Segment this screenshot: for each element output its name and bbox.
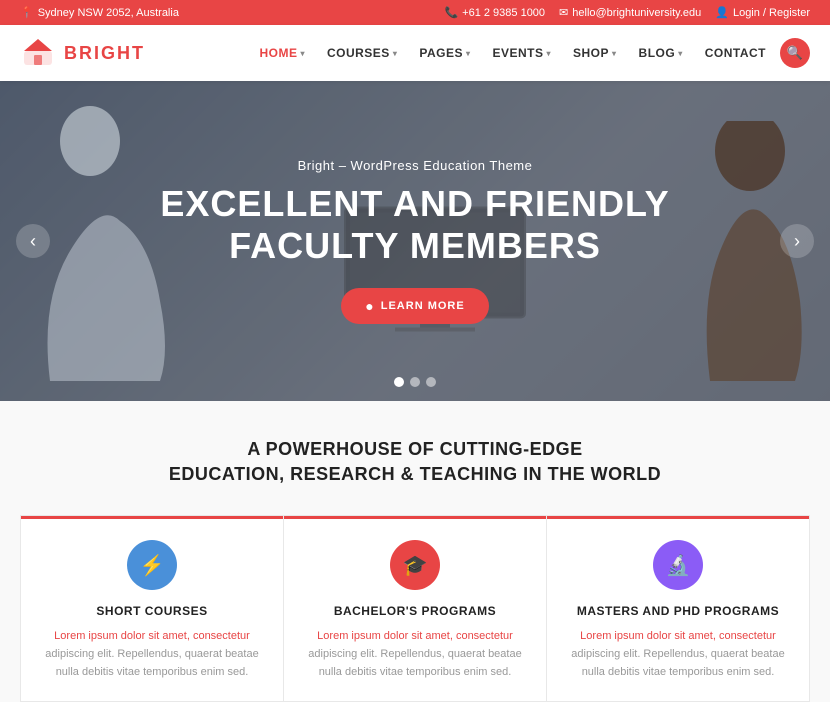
hero-dots <box>394 377 436 387</box>
nav-blog[interactable]: BLOG ▾ <box>631 40 691 66</box>
masters-icon: 🔬 <box>653 540 703 590</box>
email-icon: ✉ <box>559 6 568 19</box>
logo[interactable]: BRIGHT <box>20 35 145 71</box>
logo-icon <box>20 35 56 71</box>
short-courses-text-red: Lorem ipsum dolor sit amet, consectetur <box>41 628 263 646</box>
navbar: BRIGHT HOME ▾ COURSES ▾ PAGES ▾ EVENTS ▾… <box>0 25 830 81</box>
feature-card-masters: 🔬 MASTERS AND PHD PROGRAMS Lorem ipsum d… <box>546 515 810 702</box>
shop-arrow-icon: ▾ <box>612 49 617 58</box>
nav-links: HOME ▾ COURSES ▾ PAGES ▾ EVENTS ▾ SHOP ▾… <box>251 38 810 68</box>
login-register[interactable]: 👤 Login / Register <box>715 6 810 19</box>
short-courses-text-gray: adipiscing elit. Repellendus, quaerat be… <box>41 646 263 681</box>
feature-card-short-courses: ⚡ SHORT COURSES Lorem ipsum dolor sit am… <box>20 515 283 702</box>
hero-dot-2[interactable] <box>410 377 420 387</box>
events-arrow-icon: ▾ <box>546 49 551 58</box>
nav-courses[interactable]: COURSES ▾ <box>319 40 405 66</box>
nav-shop[interactable]: SHOP ▾ <box>565 40 625 66</box>
nav-pages[interactable]: PAGES ▾ <box>411 40 478 66</box>
nav-contact[interactable]: CONTACT <box>697 40 774 66</box>
hero-prev-button[interactable]: ‹ <box>16 224 50 258</box>
hero-section: Bright – WordPress Education Theme EXCEL… <box>0 81 830 401</box>
top-bar-right: 📞 +61 2 9385 1000 ✉ hello@brightuniversi… <box>444 6 810 19</box>
location-icon: 📍 <box>20 6 34 19</box>
hero-subtitle: Bright – WordPress Education Theme <box>160 158 669 173</box>
home-arrow-icon: ▾ <box>300 49 305 58</box>
feature-card-bachelors: 🎓 BACHELOR'S PROGRAMS Lorem ipsum dolor … <box>283 515 546 702</box>
hero-dot-1[interactable] <box>394 377 404 387</box>
nav-events[interactable]: EVENTS ▾ <box>484 40 559 66</box>
masters-text-gray: adipiscing elit. Repellendus, quaerat be… <box>567 646 789 681</box>
blog-arrow-icon: ▾ <box>678 49 683 58</box>
masters-text-red: Lorem ipsum dolor sit amet, consectetur <box>567 628 789 646</box>
hero-content: Bright – WordPress Education Theme EXCEL… <box>160 158 669 324</box>
courses-arrow-icon: ▾ <box>393 49 398 58</box>
bachelors-text-red: Lorem ipsum dolor sit amet, consectetur <box>304 628 526 646</box>
short-courses-icon: ⚡ <box>127 540 177 590</box>
short-courses-title: SHORT COURSES <box>41 604 263 618</box>
top-bar-left: 📍 Sydney NSW 2052, Australia <box>20 6 179 19</box>
top-bar: 📍 Sydney NSW 2052, Australia 📞 +61 2 938… <box>0 0 830 25</box>
location: 📍 Sydney NSW 2052, Australia <box>20 6 179 19</box>
pages-arrow-icon: ▾ <box>466 49 471 58</box>
play-icon: ● <box>365 298 374 314</box>
search-icon: 🔍 <box>787 45 803 61</box>
masters-title: MASTERS AND PHD PROGRAMS <box>567 604 789 618</box>
phone-icon: 📞 <box>444 6 458 19</box>
bachelors-icon: 🎓 <box>390 540 440 590</box>
hero-next-button[interactable]: › <box>780 224 814 258</box>
features-cards: ⚡ SHORT COURSES Lorem ipsum dolor sit am… <box>20 515 810 702</box>
hero-dot-3[interactable] <box>426 377 436 387</box>
hero-title: EXCELLENT AND FRIENDLY FACULTY MEMBERS <box>160 183 669 266</box>
bachelors-title: BACHELOR'S PROGRAMS <box>304 604 526 618</box>
learn-more-button[interactable]: ● LEARN MORE <box>341 288 488 324</box>
email: ✉ hello@brightuniversity.edu <box>559 6 701 19</box>
features-heading: A POWERHOUSE OF CUTTING-EDGE EDUCATION, … <box>20 437 810 487</box>
nav-home[interactable]: HOME ▾ <box>251 40 313 66</box>
phone: 📞 +61 2 9385 1000 <box>444 6 545 19</box>
search-button[interactable]: 🔍 <box>780 38 810 68</box>
features-section: A POWERHOUSE OF CUTTING-EDGE EDUCATION, … <box>0 401 830 702</box>
bachelors-text-gray: adipiscing elit. Repellendus, quaerat be… <box>304 646 526 681</box>
